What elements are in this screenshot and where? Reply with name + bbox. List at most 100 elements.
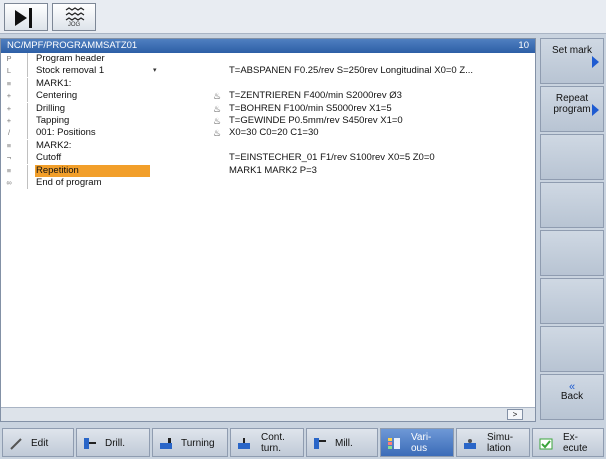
block-type-icon: ≡	[6, 140, 12, 150]
program-block-row[interactable]: ∞ End of program	[1, 176, 535, 189]
block-name[interactable]: End of program	[35, 177, 150, 189]
block-type-icon: P	[6, 54, 12, 63]
block-parameters: X0=30 C0=20 C1=30	[229, 127, 319, 139]
execute-softkey[interactable]: Ex- ecute	[532, 428, 604, 457]
simulation-softkey[interactable]: Simu- lation	[456, 428, 530, 457]
turning-softkey[interactable]: Turning	[152, 428, 228, 457]
program-block-row[interactable]: ≡ Repetition MARK1 MARK2 P=3	[1, 164, 535, 177]
block-parameters: T=GEWINDE P0.5mm/rev S450rev X1=0	[229, 114, 403, 126]
empty-softkey[interactable]	[540, 278, 604, 324]
block-type-icon: ¬	[6, 153, 12, 163]
program-block-row[interactable]: ¬ Cutoff T=EINSTECHER_01 F1/rev S100rev X0…	[1, 152, 535, 165]
horizontal-scrollbar[interactable]: >	[1, 407, 535, 421]
block-name[interactable]: Stock removal 1	[35, 65, 150, 77]
tree-line	[27, 102, 28, 115]
jog-label: JOG	[67, 22, 81, 28]
block-type-icon: ∞	[6, 177, 12, 187]
play-arrow-icon	[15, 10, 27, 26]
submenu-arrow-icon	[592, 104, 599, 116]
block-type-icon: ≡	[6, 78, 12, 88]
tree-line	[27, 152, 28, 165]
tree-line	[27, 139, 28, 152]
empty-softkey[interactable]	[540, 230, 604, 276]
softkey-repeat-program[interactable]: Repeat program	[540, 86, 604, 132]
block-type-icon: /	[7, 128, 11, 138]
back-label: Back	[560, 391, 584, 402]
program-block-row[interactable]: + Centering ♨ T=ZENTRIEREN F400/min S2000re…	[1, 90, 535, 103]
tree-line	[27, 164, 28, 177]
turning-icon	[160, 438, 172, 449]
drill-icon	[84, 438, 96, 449]
execute-label: Ex- ecute	[563, 432, 588, 454]
contour-turning-icon	[238, 438, 250, 449]
program-block-row[interactable]: ≡ MARK2:	[1, 139, 535, 152]
chained-block-icon: ♨	[213, 128, 222, 139]
back-softkey[interactable]: «Back	[540, 374, 604, 420]
chained-block-icon: ♨	[213, 91, 222, 102]
block-name[interactable]: Drilling	[35, 103, 150, 115]
turning-label: Turning	[181, 438, 215, 449]
various-icon	[388, 438, 400, 449]
program-path: NC/MPF/PROGRAMMSATZ01	[7, 40, 138, 51]
tree-line	[27, 65, 28, 78]
submenu-arrow-icon	[592, 56, 599, 68]
block-name[interactable]: MARK1:	[35, 78, 150, 90]
tree-line	[27, 77, 28, 90]
milling-softkey[interactable]: Mill.	[306, 428, 378, 457]
block-name[interactable]: Program header	[35, 53, 150, 65]
execute-icon	[539, 438, 553, 450]
drill-softkey[interactable]: Drill.	[76, 428, 150, 457]
block-name[interactable]: 001: Positions	[35, 127, 150, 139]
empty-softkey[interactable]	[540, 326, 604, 372]
program-block-row[interactable]: ≡ MARK1:	[1, 77, 535, 90]
simulation-label: Simu- lation	[487, 432, 514, 454]
tree-line	[27, 90, 28, 103]
empty-softkey[interactable]	[540, 182, 604, 228]
chained-block-icon: ♨	[213, 103, 222, 114]
program-block-row[interactable]: + Tapping ♨ T=GEWINDE P0.5mm/rev S450rev X1…	[1, 114, 535, 127]
softkey-label: Set mark	[551, 45, 592, 56]
block-name[interactable]: Centering	[35, 90, 150, 102]
program-title-bar: NC/MPF/PROGRAMMSATZ01 10	[1, 39, 535, 53]
edit-softkey[interactable]: Edit	[2, 428, 74, 457]
program-block-row[interactable]: + Drilling ♨ T=BOHREN F100/min S5000rev X1=…	[1, 102, 535, 115]
block-type-icon: +	[6, 103, 12, 113]
contour-turning-label: Cont. turn.	[261, 432, 285, 454]
jog-mode-button[interactable]: JOG	[52, 3, 96, 31]
pencil-icon	[10, 438, 22, 450]
block-parameters: T=EINSTECHER_01 F1/rev S100rev X0=5 Z0=0	[229, 152, 435, 164]
tree-line	[27, 114, 28, 127]
milling-icon	[314, 438, 326, 449]
simulation-icon	[464, 439, 476, 449]
block-type-icon: +	[6, 115, 12, 125]
block-name[interactable]: Cutoff	[35, 152, 150, 164]
tree-line	[27, 176, 28, 189]
program-block-row[interactable]: P Program header	[1, 53, 535, 65]
program-block-row[interactable]: L Stock removal 1 ▾ T=ABSPANEN F0.25/rev S=…	[1, 65, 535, 78]
various-softkey[interactable]: Vari- ous	[380, 428, 454, 457]
block-parameters: T=ZENTRIEREN F400/min S2000rev Ø3	[229, 90, 402, 102]
chained-block-icon: ♨	[213, 115, 222, 126]
block-name[interactable]: Tapping	[35, 115, 150, 127]
scroll-right-button[interactable]: >	[507, 409, 523, 420]
operating-area-button[interactable]	[4, 3, 48, 31]
block-parameters: T=ABSPANEN F0.25/rev S=250rev Longitudin…	[229, 65, 474, 77]
block-name[interactable]: MARK2:	[35, 140, 150, 152]
tree-line	[27, 53, 28, 65]
block-name[interactable]: Repetition	[35, 164, 150, 177]
softkey-set-mark[interactable]: Set mark	[540, 38, 604, 84]
top-bar: JOG	[0, 0, 606, 34]
block-type-icon: L	[6, 66, 12, 76]
program-block-list: P Program header L Stock removal 1 ▾ T=ABSPAN…	[1, 53, 535, 189]
expand-caret-icon[interactable]: ▾	[153, 65, 157, 77]
various-label: Vari- ous	[411, 432, 432, 454]
jog-wave-icon	[65, 7, 85, 21]
contour-turning-softkey[interactable]: Cont. turn.	[230, 428, 304, 457]
empty-softkey[interactable]	[540, 134, 604, 180]
block-parameters: T=BOHREN F100/min S5000rev X1=5	[229, 102, 392, 114]
block-type-icon: +	[6, 91, 12, 101]
program-block-row[interactable]: / 001: Positions ♨ X0=30 C0=20 C1=30	[1, 127, 535, 140]
drill-label: Drill.	[105, 438, 125, 449]
back-arrow-icon: «	[568, 381, 576, 393]
divider-bar-icon	[29, 8, 32, 28]
